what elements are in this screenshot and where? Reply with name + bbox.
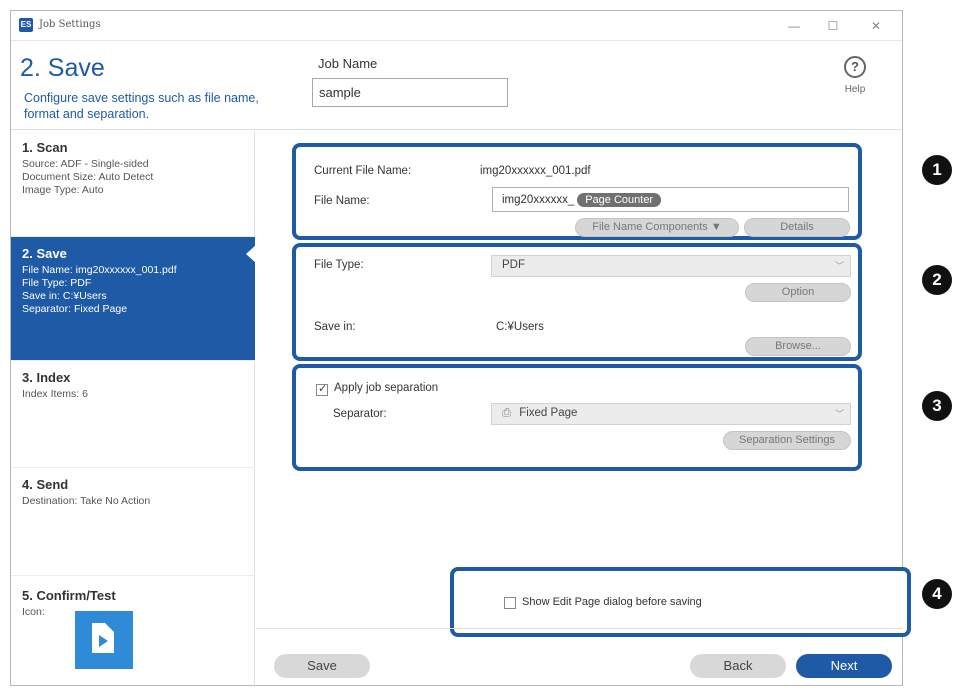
file-name-label: File Name:	[314, 195, 370, 207]
sidebar-step-scan[interactable]: 1. Scan Source: ADF - Single-sided Docum…	[11, 131, 255, 237]
wizard-footer: Save Back Next	[256, 628, 902, 686]
step-title: 4. Send	[22, 477, 69, 492]
step-title: 2. Save	[22, 246, 67, 261]
file-type-group: File Type: PDF ﹀ Option Save in: C:¥User…	[292, 243, 862, 361]
minimize-icon[interactable]: —	[784, 17, 804, 35]
current-file-name-value: img20xxxxxx_001.pdf	[480, 165, 591, 177]
job-name-input[interactable]	[312, 78, 508, 107]
steps-sidebar: 1. Scan Source: ADF - Single-sided Docum…	[11, 131, 256, 687]
file-type-value: PDF	[502, 259, 525, 271]
step-detail: File Name: img20xxxxxx_001.pdf	[22, 264, 177, 276]
window-title: Job Settings	[39, 19, 101, 30]
job-icon[interactable]	[75, 611, 133, 669]
sidebar-step-save[interactable]: 2. Save File Name: img20xxxxxx_001.pdf F…	[11, 237, 256, 361]
save-settings-panel: Current File Name: img20xxxxxx_001.pdf F…	[256, 131, 952, 637]
file-name-prefix: img20xxxxxx_	[502, 194, 575, 206]
save-in-value: C:¥Users	[496, 321, 544, 333]
show-edit-page-label: Show Edit Page dialog before saving	[522, 596, 702, 608]
page-fold-icon	[105, 623, 114, 632]
step-detail: Save in: C:¥Users	[22, 290, 107, 302]
callout-badge-1: 1	[922, 155, 952, 185]
file-type-dropdown[interactable]: PDF ﹀	[491, 255, 851, 277]
file-name-group: Current File Name: img20xxxxxx_001.pdf F…	[292, 143, 862, 240]
step-detail: Separator: Fixed Page	[22, 303, 128, 315]
app-icon: ES	[19, 18, 33, 32]
sidebar-step-index[interactable]: 3. Index Index Items: 6	[11, 361, 255, 468]
callout-badge-3: 3	[922, 391, 952, 421]
save-button[interactable]: Save	[274, 654, 370, 678]
title-bar: ES Job Settings — ☐ ✕	[11, 11, 902, 41]
job-separation-group: Apply job separation Separator: ⎙ Fixed P…	[292, 364, 862, 471]
chevron-down-icon: ﹀	[834, 261, 844, 271]
save-in-label: Save in:	[314, 321, 356, 333]
help-icon: ?	[844, 56, 866, 78]
edit-page-group: Show Edit Page dialog before saving	[450, 567, 911, 637]
step-detail: Index Items: 6	[22, 388, 88, 400]
separator-value: Fixed Page	[519, 407, 578, 419]
page-title: 2. Save	[20, 54, 105, 82]
file-name-input[interactable]: img20xxxxxx_ Page Counter	[492, 187, 849, 212]
callout-badge-4: 4	[922, 579, 952, 609]
job-name-label: Job Name	[318, 56, 378, 71]
help-label: Help	[844, 84, 866, 95]
back-button[interactable]: Back	[690, 654, 786, 678]
page-description: Configure save settings such as file nam…	[24, 91, 259, 121]
step-detail: Destination: Take No Action	[22, 495, 151, 507]
browse-button[interactable]: Browse...	[745, 337, 851, 356]
step-detail: Document Size: Auto Detect	[22, 171, 154, 183]
step-detail: File Type: PDF	[22, 277, 92, 289]
separator-dropdown[interactable]: ⎙ Fixed Page ﹀	[491, 403, 851, 425]
option-button[interactable]: Option	[745, 283, 851, 302]
page-header: 2. Save Configure save settings such as …	[11, 42, 902, 130]
step-title: 1. Scan	[22, 140, 68, 155]
step-detail: Source: ADF - Single-sided	[22, 158, 149, 170]
chevron-down-icon: ﹀	[834, 409, 844, 419]
next-button[interactable]: Next	[796, 654, 892, 678]
show-edit-page-checkbox[interactable]	[504, 597, 516, 609]
separator-label: Separator:	[333, 408, 387, 420]
separation-settings-button[interactable]: Separation Settings	[723, 431, 851, 450]
details-button[interactable]: Details	[744, 218, 850, 237]
step-detail: Image Type: Auto	[22, 184, 104, 196]
apply-job-separation-checkbox[interactable]	[316, 382, 328, 396]
maximize-icon[interactable]: ☐	[823, 17, 843, 35]
help-button[interactable]: ? Help	[833, 56, 877, 95]
sidebar-step-send[interactable]: 4. Send Destination: Take No Action	[11, 468, 255, 576]
close-icon[interactable]: ✕	[866, 17, 886, 35]
current-file-name-label: Current File Name:	[314, 165, 412, 177]
callout-badge-2: 2	[922, 265, 952, 295]
step-title: 3. Index	[22, 370, 71, 385]
fixed-page-icon: ⎙	[502, 407, 512, 419]
step-title: 5. Confirm/Test	[22, 588, 116, 603]
apply-job-separation-label: Apply job separation	[334, 382, 439, 394]
file-type-label: File Type:	[314, 259, 364, 271]
step-detail: Icon:	[22, 606, 45, 618]
job-settings-window: ES Job Settings — ☐ ✕ 2. Save Configure …	[10, 10, 952, 687]
sidebar-step-confirm[interactable]: 5. Confirm/Test Icon:	[11, 576, 255, 687]
page-counter-token[interactable]: Page Counter	[577, 193, 662, 207]
file-name-components-button[interactable]: File Name Components ▼	[575, 218, 739, 237]
